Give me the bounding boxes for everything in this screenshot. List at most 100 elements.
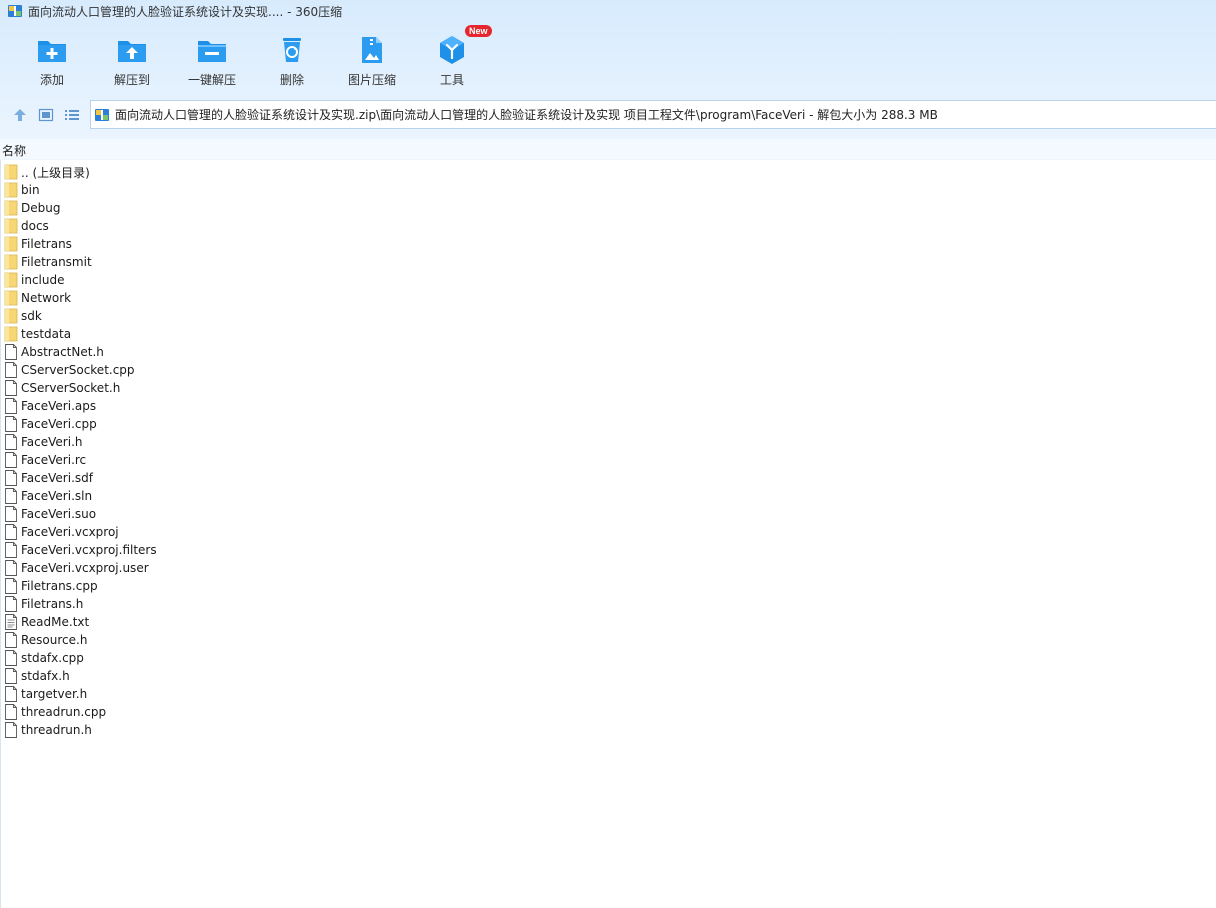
image-compress-button[interactable]: 图片压缩 xyxy=(332,28,412,92)
item-name: .. (上级目录) xyxy=(21,165,90,180)
folder-row[interactable]: testdata xyxy=(4,325,604,343)
file-row[interactable]: FaceVeri.rc xyxy=(4,451,604,469)
extract-to-button[interactable]: 解压到 xyxy=(92,28,172,92)
window-chrome: 面向流动人口管理的人脸验证系统设计及实现.... - 360压缩 添加 解压到 xyxy=(0,0,1216,160)
file-icon xyxy=(4,380,18,396)
file-row[interactable]: FaceVeri.vcxproj.filters xyxy=(4,541,604,559)
delete-button[interactable]: 删除 xyxy=(252,28,332,92)
folder-icon xyxy=(4,290,18,306)
file-row[interactable]: FaceVeri.h xyxy=(4,433,604,451)
item-name: targetver.h xyxy=(21,687,88,701)
file-row[interactable]: Filetrans.h xyxy=(4,595,604,613)
folder-row[interactable]: Debug xyxy=(4,199,604,217)
file-row[interactable]: FaceVeri.aps xyxy=(4,397,604,415)
item-name: FaceVeri.aps xyxy=(21,399,97,413)
file-icon xyxy=(4,524,18,540)
archive-app-icon xyxy=(8,5,22,17)
file-row[interactable]: threadrun.h xyxy=(4,721,604,739)
file-row[interactable]: stdafx.h xyxy=(4,667,604,685)
file-row[interactable]: CServerSocket.cpp xyxy=(4,361,604,379)
file-icon xyxy=(4,434,18,450)
folder-row[interactable]: sdk xyxy=(4,307,604,325)
file-row[interactable]: FaceVeri.sln xyxy=(4,487,604,505)
folder-icon xyxy=(4,272,18,288)
one-click-extract-icon xyxy=(198,41,226,62)
item-name: ReadMe.txt xyxy=(21,615,90,629)
delete-label: 删除 xyxy=(279,73,304,87)
item-name: FaceVeri.vcxproj.filters xyxy=(21,543,157,557)
file-row[interactable]: targetver.h xyxy=(4,685,604,703)
folder-row[interactable]: .. (上级目录) xyxy=(4,163,604,181)
tools-icon xyxy=(440,36,464,64)
folder-row[interactable]: Network xyxy=(4,289,604,307)
file-row[interactable]: CServerSocket.h xyxy=(4,379,604,397)
folder-row[interactable]: Filetrans xyxy=(4,235,604,253)
tools-button[interactable]: New 工具 xyxy=(412,25,492,92)
file-row[interactable]: FaceVeri.vcxproj xyxy=(4,523,604,541)
file-list: .. (上级目录) bin Debug docs Filetrans Filetransm… xyxy=(4,163,604,739)
file-icon xyxy=(4,704,18,720)
one-click-extract-button[interactable]: 一键解压 xyxy=(172,28,252,92)
item-name: Filetransmit xyxy=(21,255,92,269)
image-compress-icon xyxy=(362,37,382,63)
file-row[interactable]: Resource.h xyxy=(4,631,604,649)
one-click-extract-label: 一键解压 xyxy=(187,73,236,87)
item-name: Network xyxy=(21,291,72,305)
item-name: threadrun.h xyxy=(21,723,92,737)
folder-icon xyxy=(4,308,18,324)
file-icon xyxy=(4,578,18,594)
item-name: FaceVeri.h xyxy=(21,435,83,449)
address-bar[interactable]: 面向流动人口管理的人脸验证系统设计及实现.zip\面向流动人口管理的人脸验证系统… xyxy=(90,100,1216,129)
item-name: CServerSocket.cpp xyxy=(21,363,135,377)
file-row[interactable]: FaceVeri.cpp xyxy=(4,415,604,433)
item-name: FaceVeri.suo xyxy=(21,507,97,521)
folder-icon xyxy=(4,236,18,252)
file-row[interactable]: threadrun.cpp xyxy=(4,703,604,721)
file-row[interactable]: ReadMe.txt xyxy=(4,613,604,631)
file-icon xyxy=(4,398,18,414)
item-name: Resource.h xyxy=(21,633,88,647)
file-icon xyxy=(4,722,18,738)
column-header-label: 名称 xyxy=(2,144,27,158)
file-icon xyxy=(4,632,18,648)
recycle-bin-icon xyxy=(283,38,301,62)
list-view-icon[interactable] xyxy=(64,107,80,123)
file-icon xyxy=(4,344,18,360)
item-name: Filetrans.h xyxy=(21,597,84,611)
new-badge: New xyxy=(465,25,492,37)
file-icon xyxy=(4,488,18,504)
up-arrow-icon[interactable] xyxy=(12,107,28,123)
column-header-name[interactable]: 名称 xyxy=(0,139,1216,159)
item-name: stdafx.h xyxy=(21,669,70,683)
item-name: Filetrans.cpp xyxy=(21,579,98,593)
file-row[interactable]: FaceVeri.suo xyxy=(4,505,604,523)
file-row[interactable]: AbstractNet.h xyxy=(4,343,604,361)
file-row[interactable]: FaceVeri.vcxproj.user xyxy=(4,559,604,577)
folder-row[interactable]: Filetransmit xyxy=(4,253,604,271)
folder-row[interactable]: include xyxy=(4,271,604,289)
folder-icon xyxy=(4,254,18,270)
file-icon xyxy=(4,542,18,558)
toolbar: 添加 解压到 一键解压 删除 图片压缩 New 工具 xyxy=(12,25,492,92)
item-name: CServerSocket.h xyxy=(21,381,121,395)
item-name: bin xyxy=(21,183,40,197)
item-name: Debug xyxy=(21,201,61,215)
item-name: stdafx.cpp xyxy=(21,651,84,665)
add-folder-icon xyxy=(38,41,66,62)
folder-row[interactable]: docs xyxy=(4,217,604,235)
image-compress-label: 图片压缩 xyxy=(347,73,396,87)
folder-row[interactable]: bin xyxy=(4,181,604,199)
file-icon xyxy=(4,506,18,522)
file-row[interactable]: FaceVeri.sdf xyxy=(4,469,604,487)
folder-icon xyxy=(4,182,18,198)
folder-icon xyxy=(4,218,18,234)
add-button[interactable]: 添加 xyxy=(12,28,92,92)
file-icon xyxy=(4,362,18,378)
thumbnail-view-icon[interactable] xyxy=(38,107,54,123)
item-name: FaceVeri.rc xyxy=(21,453,87,467)
extract-to-icon xyxy=(118,41,146,62)
file-row[interactable]: stdafx.cpp xyxy=(4,649,604,667)
file-row[interactable]: Filetrans.cpp xyxy=(4,577,604,595)
item-name: Filetrans xyxy=(21,237,72,251)
file-icon xyxy=(4,560,18,576)
